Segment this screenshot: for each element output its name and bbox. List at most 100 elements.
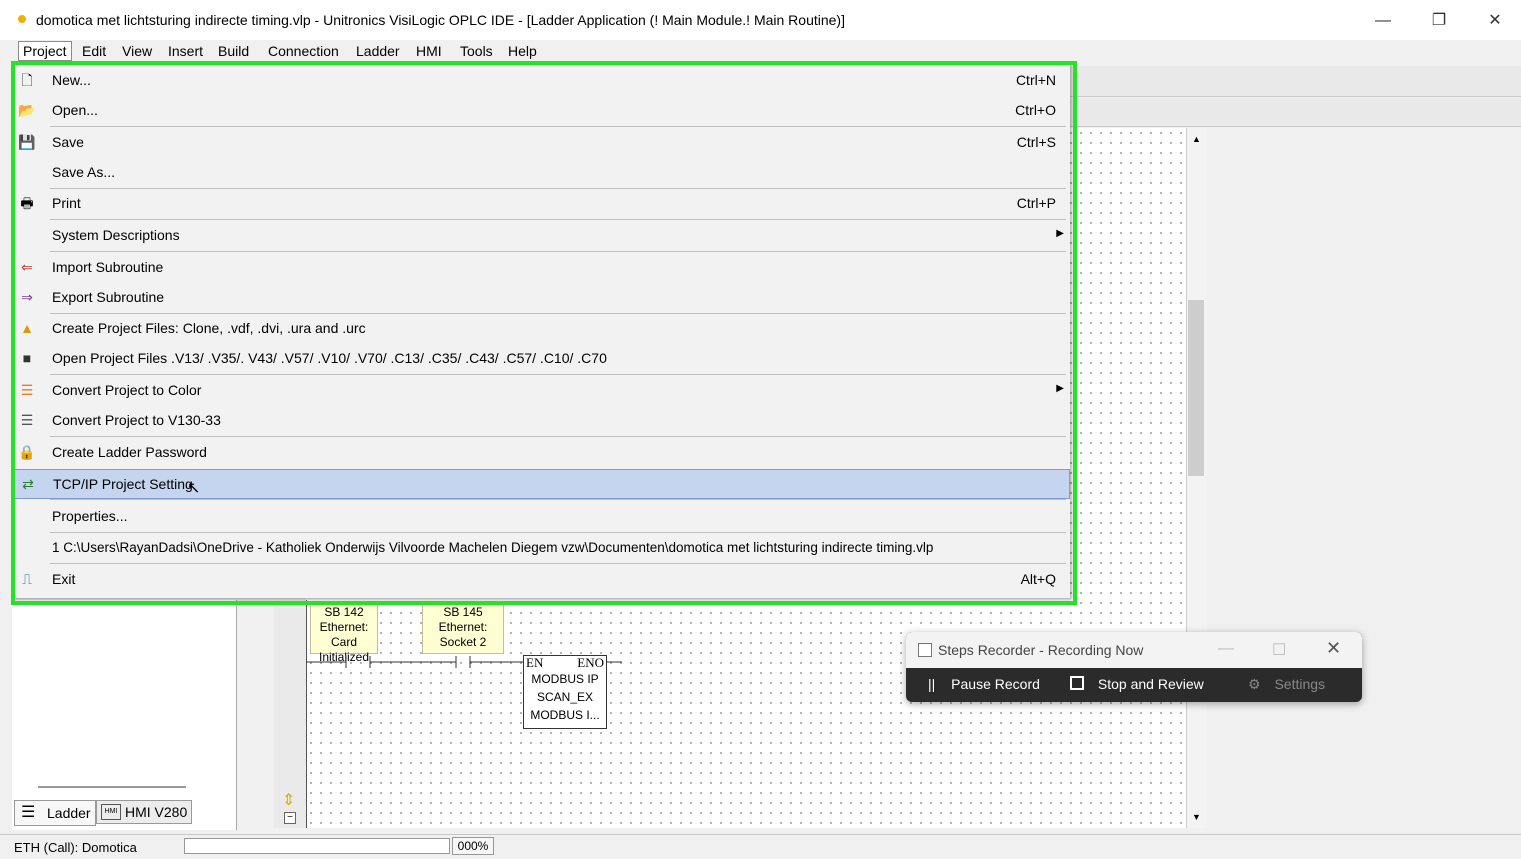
menu-item-convert-to-v130-label: Convert Project to V130-33 bbox=[52, 412, 221, 428]
steps-maximize-button[interactable]: ☐ bbox=[1272, 640, 1286, 660]
menu-separator bbox=[50, 251, 1066, 252]
title-bar: domotica met lichtsturing indirecte timi… bbox=[0, 0, 1521, 40]
up-down-arrow-icon[interactable]: ⇕ bbox=[282, 790, 295, 810]
tab-hmi[interactable]: HMI HMI V280 bbox=[96, 800, 192, 824]
menu-build[interactable]: Build bbox=[214, 42, 253, 60]
menu-item-open[interactable]: 📂 Open... Ctrl+O bbox=[14, 96, 1068, 124]
menu-item-save-as[interactable]: Save As... bbox=[14, 158, 1068, 186]
menu-separator bbox=[50, 499, 1066, 500]
printer-icon: 🖶 bbox=[20, 195, 34, 211]
modbus-function-block[interactable]: EN ENO MODBUS IP SCAN_EX MODBUS I... bbox=[523, 655, 607, 729]
steps-recorder-window: Steps Recorder - Recording Now — ☐ ✕ || … bbox=[906, 632, 1362, 702]
menu-item-tcpip-project-setting-label: TCP/IP Project Setting bbox=[53, 476, 193, 492]
sb142-line2: Ethernet: Card bbox=[319, 620, 369, 649]
project-tree-panel bbox=[12, 600, 237, 830]
menu-item-properties-label: Properties... bbox=[52, 508, 128, 524]
menu-item-save-label: Save bbox=[52, 134, 84, 150]
menu-item-import-subroutine[interactable]: ⇐ Import Subroutine bbox=[14, 253, 1068, 281]
shortcut-new: Ctrl+N bbox=[1015, 72, 1056, 88]
shortcut-exit: Alt+Q bbox=[1020, 571, 1056, 587]
shortcut-save: Ctrl+S bbox=[1016, 134, 1056, 150]
contact-label-sb142: SB 142 Ethernet: Card Initialized bbox=[310, 604, 378, 664]
fb-line1: MODBUS IP bbox=[531, 672, 599, 686]
ladder-tab-icon: ☰ bbox=[21, 804, 36, 821]
menu-item-convert-to-color-label: Convert Project to Color bbox=[52, 382, 202, 398]
submenu-arrow-icon: ▶ bbox=[1056, 228, 1064, 239]
menu-item-save-as-label: Save As... bbox=[52, 164, 116, 180]
stop-and-review-button[interactable]: Stop and Review bbox=[1070, 676, 1204, 692]
steps-recorder-titlebar: Steps Recorder - Recording Now — ☐ ✕ bbox=[906, 632, 1362, 668]
minimize-button[interactable]: — bbox=[1360, 6, 1406, 36]
menu-item-system-descriptions[interactable]: System Descriptions ▶ bbox=[14, 221, 1068, 249]
right-pane bbox=[1210, 128, 1521, 828]
menu-edit[interactable]: Edit bbox=[78, 42, 110, 60]
menu-connection[interactable]: Connection bbox=[264, 42, 343, 60]
v130-convert-icon: ☰ bbox=[20, 412, 34, 428]
shortcut-print: Ctrl+P bbox=[1016, 195, 1056, 211]
menu-item-convert-to-color[interactable]: ☰ Convert Project to Color ▶ bbox=[14, 376, 1068, 404]
fb-pins: EN ENO bbox=[524, 656, 606, 670]
scroll-up-arrow-icon[interactable]: ▲ bbox=[1192, 134, 1201, 144]
sb145-line1: SB 145 bbox=[443, 605, 483, 619]
panel-splitter[interactable] bbox=[38, 786, 186, 788]
scrollbar-thumb[interactable] bbox=[1188, 300, 1204, 476]
password-icon: 🔒 bbox=[18, 444, 36, 460]
import-icon: ⇐ bbox=[21, 259, 33, 275]
vertical-scrollbar[interactable]: ▲ ▼ bbox=[1186, 128, 1207, 828]
stop-icon bbox=[1070, 676, 1084, 690]
menu-item-convert-to-v130[interactable]: ☰ Convert Project to V130-33 bbox=[14, 406, 1068, 434]
steps-recorder-title: Steps Recorder - Recording Now bbox=[938, 642, 1144, 658]
window-title: domotica met lichtsturing indirecte timi… bbox=[36, 12, 845, 28]
menu-separator bbox=[50, 436, 1066, 437]
menu-item-create-ladder-password[interactable]: 🔒 Create Ladder Password bbox=[14, 438, 1068, 466]
connection-status: ETH (Call): Domotica bbox=[14, 840, 137, 855]
menu-item-exit[interactable]: ⎍ Exit Alt+Q bbox=[14, 565, 1068, 593]
menu-item-open-project-files[interactable]: ■ Open Project Files .V13/ .V35/. V43/ .… bbox=[14, 344, 1068, 372]
clone-icon: ▲ bbox=[20, 320, 34, 336]
steps-close-button[interactable]: ✕ bbox=[1326, 638, 1341, 659]
contact-label-sb145: SB 145 Ethernet: Socket 2 bbox=[422, 604, 504, 654]
menu-separator bbox=[50, 532, 1066, 533]
menu-item-recent-file-1[interactable]: 1 C:\Users\RayanDadsi\OneDrive - Katholi… bbox=[14, 534, 1068, 562]
close-button[interactable]: ✕ bbox=[1472, 6, 1518, 36]
app-icon bbox=[18, 15, 26, 23]
restore-button[interactable]: ❐ bbox=[1416, 6, 1462, 36]
mouse-cursor-icon: ↖ bbox=[187, 480, 201, 497]
pause-record-label: Pause Record bbox=[951, 676, 1040, 692]
save-disk-icon: 💾 bbox=[18, 134, 36, 150]
menu-item-save[interactable]: 💾 Save Ctrl+S bbox=[14, 128, 1068, 156]
menu-separator bbox=[50, 374, 1066, 375]
menu-view[interactable]: View bbox=[118, 42, 156, 60]
menu-item-export-subroutine[interactable]: ⇒ Export Subroutine bbox=[14, 283, 1068, 311]
stop-and-review-label: Stop and Review bbox=[1097, 676, 1204, 692]
menu-separator bbox=[50, 219, 1066, 220]
menu-item-print-label: Print bbox=[52, 195, 81, 211]
menu-item-tcpip-project-setting[interactable]: ⇄ TCP/IP Project Setting ↖ bbox=[14, 469, 1070, 499]
menu-hmi[interactable]: HMI bbox=[412, 42, 446, 60]
pause-record-button[interactable]: || Pause Record bbox=[928, 676, 1040, 692]
menu-item-properties[interactable]: Properties... bbox=[14, 502, 1068, 530]
steps-recorder-icon bbox=[918, 643, 932, 657]
scroll-down-arrow-icon[interactable]: ▼ bbox=[1192, 812, 1201, 822]
menu-project[interactable]: Project bbox=[18, 41, 72, 61]
menu-item-print[interactable]: 🖶 Print Ctrl+P bbox=[14, 189, 1068, 217]
menu-insert[interactable]: Insert bbox=[164, 42, 207, 60]
collapse-icon[interactable]: − bbox=[284, 812, 296, 824]
tab-ladder[interactable]: ☰ Ladder bbox=[14, 800, 96, 826]
settings-label: Settings bbox=[1274, 676, 1326, 692]
sb142-line1: SB 142 bbox=[324, 605, 364, 619]
menu-help[interactable]: Help bbox=[504, 42, 541, 60]
menu-ladder[interactable]: Ladder bbox=[352, 42, 404, 60]
open-project-icon: ■ bbox=[22, 350, 32, 366]
menu-item-new[interactable]: 🗋 New... Ctrl+N bbox=[14, 66, 1068, 94]
menu-item-system-descriptions-label: System Descriptions bbox=[52, 227, 180, 243]
power-rail bbox=[306, 600, 307, 828]
menu-separator bbox=[50, 126, 1066, 127]
open-folder-icon: 📂 bbox=[18, 102, 36, 118]
settings-button[interactable]: ⚙ Settings bbox=[1248, 676, 1325, 693]
menu-item-import-subroutine-label: Import Subroutine bbox=[52, 259, 164, 275]
menu-tools[interactable]: Tools bbox=[456, 42, 497, 60]
gear-icon: ⚙ bbox=[1248, 676, 1261, 692]
steps-minimize-button[interactable]: — bbox=[1218, 640, 1234, 658]
menu-item-create-project-files[interactable]: ▲ Create Project Files: Clone, .vdf, .dv… bbox=[14, 314, 1068, 342]
